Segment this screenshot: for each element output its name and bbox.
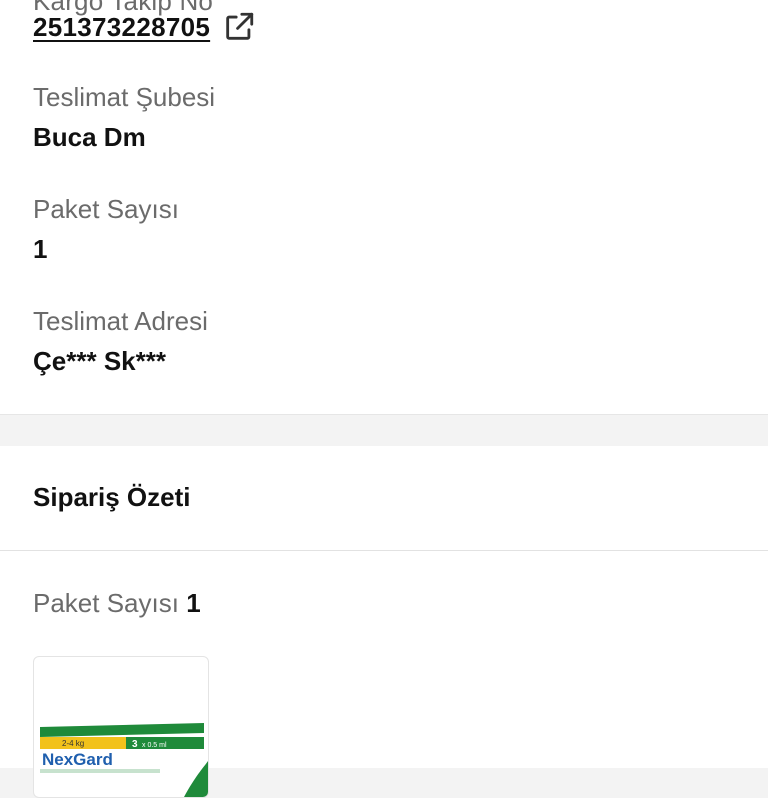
tracking-number[interactable]: 251373228705 [33, 12, 210, 43]
delivery-branch-label: Teslimat Şubesi [33, 82, 216, 112]
delivery-address-value: Çe*** Sk*** [33, 346, 166, 376]
product-pack-weight: 2-4 kg [62, 739, 84, 748]
product-brand-logo: NexGard [42, 750, 113, 769]
summary-package-count-value: 1 [186, 588, 201, 618]
summary-package-count: Paket Sayısı 1 [33, 588, 201, 619]
external-link-icon[interactable] [222, 10, 256, 44]
product-thumbnail[interactable]: 2-4 kg 3 x 0.5 ml NexGard [33, 656, 209, 798]
summary-package-count-label: Paket Sayısı [33, 588, 179, 618]
product-pack-unit: x 0.5 ml [142, 742, 167, 749]
delivery-address-label: Teslimat Adresi [33, 306, 208, 336]
product-pack-qty: 3 [132, 739, 138, 750]
package-count-label: Paket Sayısı [33, 194, 179, 224]
package-count-value: 1 [33, 234, 48, 264]
summary-divider [0, 550, 768, 551]
product-image: 2-4 kg 3 x 0.5 ml NexGard [40, 723, 208, 797]
order-summary-card: Sipariş Özeti Paket Sayısı 1 2-4 kg 3 x … [0, 446, 768, 798]
delivery-branch-value: Buca Dm [33, 122, 146, 152]
order-summary-title: Sipariş Özeti [33, 482, 191, 512]
tracking-number-link[interactable]: 251373228705 [33, 10, 256, 44]
shipment-details-card: Kargo Takip No 251373228705 Teslimat Şub… [0, 0, 768, 415]
